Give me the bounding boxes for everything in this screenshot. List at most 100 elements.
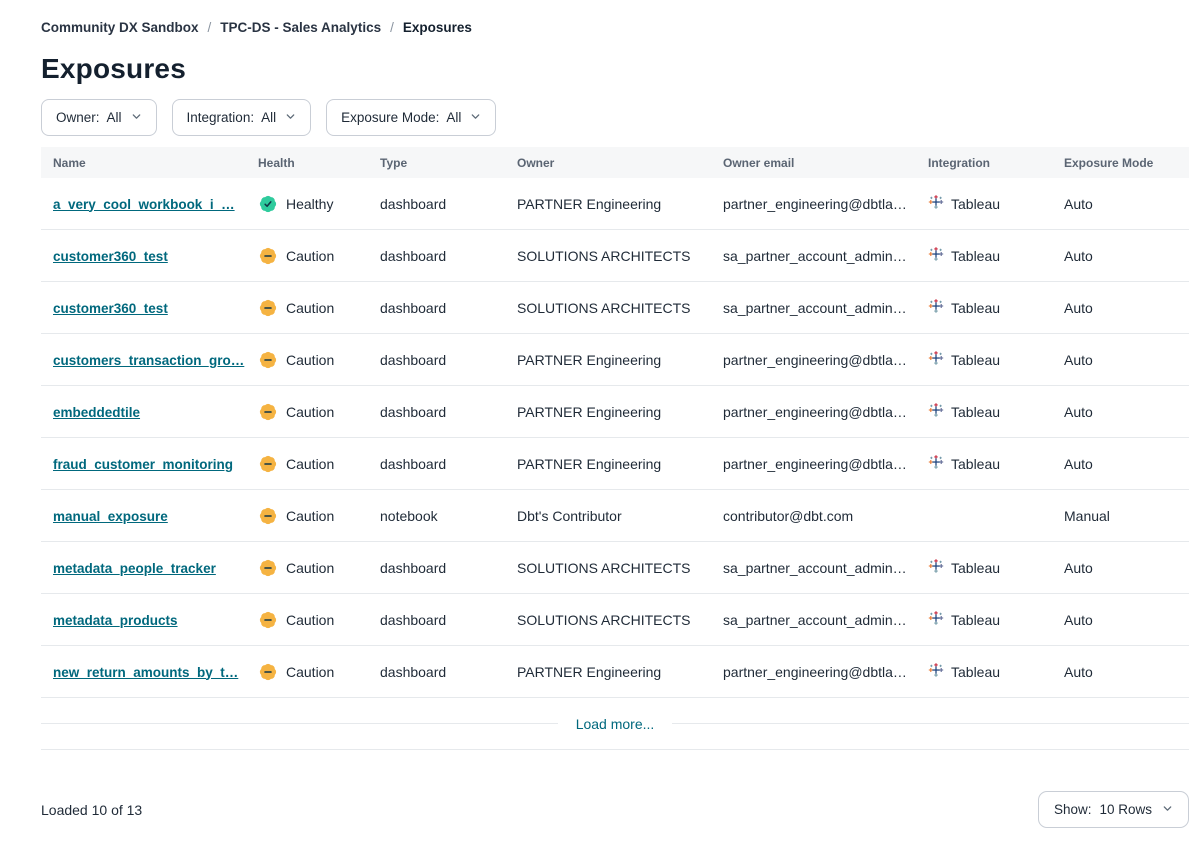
health-badge-icon (258, 298, 278, 318)
exposure-name-link[interactable]: metadata_products (53, 613, 178, 628)
column-header-health: Health (246, 156, 368, 170)
integration-cell: Tableau (916, 558, 1052, 577)
column-header-type: Type (368, 156, 505, 170)
tableau-icon (928, 610, 944, 629)
integration-label: Tableau (951, 300, 1000, 316)
tableau-icon (928, 402, 944, 421)
integration-label: Tableau (951, 612, 1000, 628)
breadcrumb: Community DX Sandbox / TPC-DS - Sales An… (41, 20, 1189, 35)
column-header-name: Name (41, 156, 246, 170)
breadcrumb-environment[interactable]: TPC-DS - Sales Analytics (220, 20, 381, 35)
integration-cell: Tableau (916, 610, 1052, 629)
filter-bar: Owner: All Integration: All Exposure Mod… (41, 99, 1189, 136)
type-cell: dashboard (368, 300, 505, 316)
exposure-name-link[interactable]: a_very_cool_workbook_i_… (53, 197, 235, 212)
owner-filter-label: Owner: (56, 110, 100, 125)
integration-cell: Tableau (916, 454, 1052, 473)
table-row: manual_exposure Caution notebook Dbt's C… (41, 490, 1189, 542)
integration-label: Tableau (951, 404, 1000, 420)
health-badge-icon (258, 506, 278, 526)
exposure-name-link[interactable]: new_return_amounts_by_t… (53, 665, 238, 680)
health-label: Caution (286, 664, 334, 680)
integration-label: Tableau (951, 352, 1000, 368)
loaded-count-text: Loaded 10 of 13 (41, 802, 142, 818)
health-label: Caution (286, 456, 334, 472)
type-cell: dashboard (368, 352, 505, 368)
owner-filter-value: All (107, 110, 122, 125)
breadcrumb-current: Exposures (403, 20, 472, 35)
integration-filter-dropdown[interactable]: Integration: All (172, 99, 312, 136)
health-label: Caution (286, 248, 334, 264)
load-more-row: Load more... (41, 698, 1189, 750)
exposure-name-link[interactable]: manual_exposure (53, 509, 168, 524)
exposure-name-link[interactable]: embeddedtile (53, 405, 140, 420)
tableau-icon (928, 194, 944, 213)
health-cell: Caution (246, 298, 368, 318)
owner-cell: PARTNER Engineering (505, 352, 711, 368)
table-row: customer360_test Caution dashboard SOLUT… (41, 282, 1189, 334)
exposure-mode-cell: Auto (1052, 300, 1189, 316)
table-row: new_return_amounts_by_t… Caution dashboa… (41, 646, 1189, 698)
exposure-name-link[interactable]: metadata_people_tracker (53, 561, 216, 576)
tableau-icon (928, 558, 944, 577)
owner-email-cell: contributor@dbt.com (711, 508, 916, 524)
health-badge-icon (258, 246, 278, 266)
rows-per-page-dropdown[interactable]: Show: 10 Rows (1038, 791, 1189, 828)
rows-per-page-value: 10 Rows (1099, 802, 1152, 817)
column-header-exposure-mode: Exposure Mode (1052, 156, 1189, 170)
breadcrumb-project[interactable]: Community DX Sandbox (41, 20, 199, 35)
health-label: Healthy (286, 196, 333, 212)
tableau-icon (928, 454, 944, 473)
exposure-mode-cell: Auto (1052, 456, 1189, 472)
health-label: Caution (286, 300, 334, 316)
integration-cell: Tableau (916, 662, 1052, 681)
type-cell: dashboard (368, 612, 505, 628)
exposure-mode-cell: Auto (1052, 196, 1189, 212)
table-row: customers_transaction_gro… Caution dashb… (41, 334, 1189, 386)
exposure-name-link[interactable]: customer360_test (53, 249, 168, 264)
owner-filter-dropdown[interactable]: Owner: All (41, 99, 157, 136)
column-header-owner-email: Owner email (711, 156, 916, 170)
type-cell: dashboard (368, 404, 505, 420)
health-cell: Caution (246, 454, 368, 474)
load-more-link[interactable]: Load more... (576, 716, 655, 732)
health-label: Caution (286, 404, 334, 420)
type-cell: dashboard (368, 560, 505, 576)
tableau-icon (928, 246, 944, 265)
health-cell: Caution (246, 558, 368, 578)
owner-cell: SOLUTIONS ARCHITECTS (505, 612, 711, 628)
health-badge-icon (258, 558, 278, 578)
health-badge-icon (258, 662, 278, 682)
owner-email-cell: sa_partner_account_admin… (711, 612, 916, 628)
exposure-mode-filter-dropdown[interactable]: Exposure Mode: All (326, 99, 496, 136)
integration-cell: Tableau (916, 298, 1052, 317)
exposure-mode-cell: Auto (1052, 248, 1189, 264)
owner-email-cell: sa_partner_account_admin… (711, 300, 916, 316)
owner-email-cell: sa_partner_account_admin… (711, 248, 916, 264)
chevron-down-icon (470, 110, 481, 125)
owner-email-cell: partner_engineering@dbtla… (711, 352, 916, 368)
exposures-page: Community DX Sandbox / TPC-DS - Sales An… (0, 0, 1198, 846)
exposure-name-link[interactable]: customer360_test (53, 301, 168, 316)
integration-label: Tableau (951, 456, 1000, 472)
owner-cell: SOLUTIONS ARCHITECTS (505, 300, 711, 316)
health-badge-icon (258, 194, 278, 214)
integration-label: Tableau (951, 664, 1000, 680)
exposures-table: Name Health Type Owner Owner email Integ… (41, 147, 1189, 750)
health-cell: Caution (246, 246, 368, 266)
exposure-name-link[interactable]: fraud_customer_monitoring (53, 457, 233, 472)
tableau-icon (928, 298, 944, 317)
integration-label: Tableau (951, 196, 1000, 212)
exposure-mode-filter-value: All (446, 110, 461, 125)
owner-cell: Dbt's Contributor (505, 508, 711, 524)
exposure-name-link[interactable]: customers_transaction_gro… (53, 353, 244, 368)
tableau-icon (928, 350, 944, 369)
owner-cell: PARTNER Engineering (505, 196, 711, 212)
health-cell: Healthy (246, 194, 368, 214)
integration-cell: Tableau (916, 194, 1052, 213)
table-footer: Loaded 10 of 13 Show: 10 Rows (41, 791, 1189, 828)
health-badge-icon (258, 610, 278, 630)
owner-cell: PARTNER Engineering (505, 664, 711, 680)
exposure-mode-cell: Auto (1052, 352, 1189, 368)
table-row: embeddedtile Caution dashboard PARTNER E… (41, 386, 1189, 438)
